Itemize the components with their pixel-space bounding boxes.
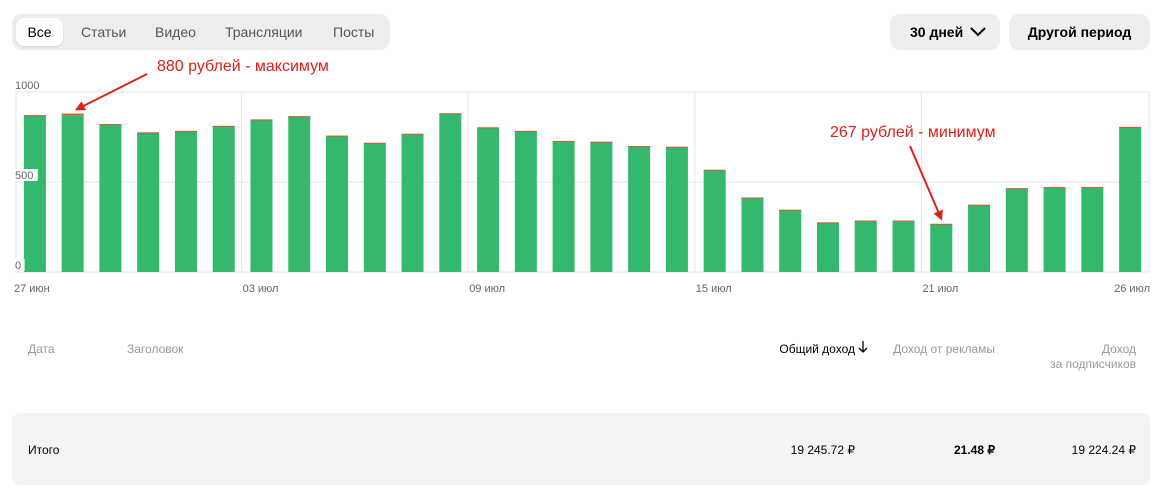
- bar-body: [212, 126, 235, 272]
- bar[interactable]: [326, 135, 349, 272]
- bar[interactable]: [892, 220, 915, 272]
- column-title-header[interactable]: Заголовок: [127, 342, 183, 357]
- bar-body: [1043, 188, 1066, 272]
- y-tick-label: 0: [15, 260, 21, 272]
- bar-body: [1005, 189, 1028, 272]
- bar-body: [288, 117, 311, 272]
- bar[interactable]: [1119, 126, 1142, 272]
- bar-body: [968, 205, 991, 272]
- bar-body: [854, 221, 877, 272]
- column-ad-income-header[interactable]: Доход от рекламы: [870, 342, 995, 357]
- bar[interactable]: [212, 125, 235, 272]
- bar-body: [514, 131, 537, 272]
- bar[interactable]: [628, 146, 651, 272]
- bar-body: [779, 210, 802, 272]
- bar-body: [61, 115, 84, 273]
- total-row-ad-income: 21.48 ₽: [954, 443, 995, 457]
- y-tick-label: 500: [15, 170, 33, 182]
- bar-body: [665, 147, 688, 272]
- bar-body: [930, 224, 953, 272]
- y-tick-label: 1000: [15, 80, 39, 92]
- bar[interactable]: [23, 115, 46, 273]
- bar[interactable]: [401, 133, 424, 272]
- bar-body: [174, 131, 197, 272]
- bar[interactable]: [968, 204, 991, 272]
- column-subscriber-income-header[interactable]: Доход за подписчиков: [1010, 342, 1136, 372]
- bar-body: [439, 114, 462, 272]
- bar[interactable]: [439, 113, 462, 272]
- bar-body: [23, 116, 46, 273]
- bar[interactable]: [174, 130, 197, 272]
- bar[interactable]: [552, 140, 575, 272]
- column-total-income-header[interactable]: Общий доход: [760, 342, 855, 357]
- bar[interactable]: [590, 141, 613, 272]
- bar[interactable]: [1043, 187, 1066, 272]
- total-row-subscriber-income: 19 224.24 ₽: [1071, 443, 1136, 457]
- bar-body: [628, 147, 651, 272]
- bar-body: [1081, 188, 1104, 272]
- bar[interactable]: [703, 169, 726, 272]
- bar-body: [477, 128, 500, 272]
- bar[interactable]: [477, 127, 500, 272]
- bar[interactable]: [1081, 187, 1104, 272]
- bar[interactable]: [816, 222, 839, 272]
- bar-body: [703, 170, 726, 272]
- bar[interactable]: [250, 119, 273, 272]
- x-tick-label: 15 июл: [696, 283, 732, 295]
- bar-body: [552, 142, 575, 272]
- bar[interactable]: [665, 146, 688, 272]
- total-row-label: Итого: [28, 443, 60, 457]
- bar-body: [590, 142, 613, 272]
- bar[interactable]: [854, 220, 877, 272]
- income-chart: 10005000 27 июн 03 июл 09 июл 15 июл 21 июл 2…: [14, 58, 1150, 295]
- sort-down-arrow-icon[interactable]: [858, 340, 868, 354]
- annotation-max-label: 880 рублей - максимум: [157, 58, 329, 75]
- bar-cap-red: [61, 113, 84, 115]
- column-date-header[interactable]: Дата: [28, 342, 55, 357]
- bar-body: [816, 223, 839, 272]
- bar-body: [250, 120, 273, 272]
- bar[interactable]: [61, 113, 84, 273]
- bar[interactable]: [288, 116, 311, 272]
- bar[interactable]: [99, 124, 122, 273]
- column-subscriber-income-line2: за подписчиков: [1050, 357, 1136, 371]
- bar[interactable]: [1005, 188, 1028, 272]
- bar-body: [1119, 128, 1142, 272]
- bar-body: [137, 133, 160, 272]
- bar-body: [326, 136, 349, 272]
- x-tick-label: 21 июл: [922, 283, 958, 295]
- chart-x-ticks: 27 июн 03 июл 09 июл 15 июл 21 июл 26 июл: [14, 283, 1150, 295]
- bar[interactable]: [930, 223, 953, 272]
- x-tick-label: 26 июл: [1114, 283, 1150, 295]
- bar[interactable]: [779, 209, 802, 272]
- column-subscriber-income-line1: Доход: [1101, 342, 1136, 356]
- total-row-total-income: 19 245.72 ₽: [790, 443, 855, 457]
- bar-body: [99, 125, 122, 273]
- bar[interactable]: [137, 132, 160, 272]
- annotation-min-label: 267 рублей - минимум: [830, 124, 996, 141]
- bar[interactable]: [741, 197, 764, 272]
- x-tick-label: 09 июл: [469, 283, 505, 295]
- bar-body: [363, 143, 386, 272]
- bar[interactable]: [514, 130, 537, 272]
- bar[interactable]: [363, 142, 386, 272]
- bar-body: [892, 221, 915, 272]
- x-tick-label: 03 июл: [243, 283, 279, 295]
- bar-body: [741, 198, 764, 272]
- bar-body: [401, 134, 424, 272]
- x-tick-label: 27 июн: [14, 283, 50, 295]
